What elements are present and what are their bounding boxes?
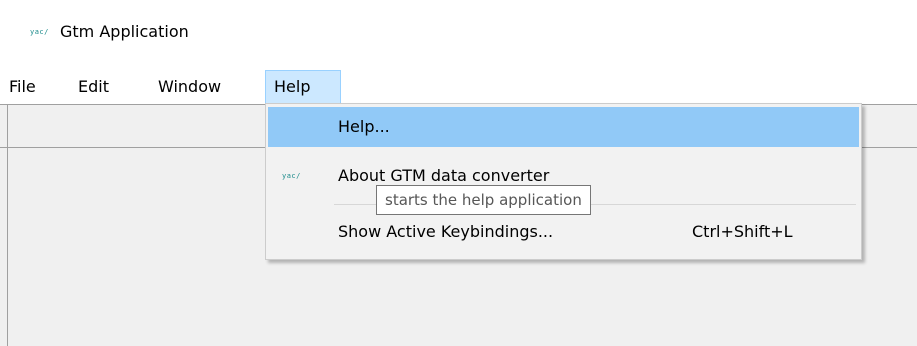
menu-item-show-keybindings[interactable]: Show Active Keybindings... Ctrl+Shift+L xyxy=(268,212,859,252)
menu-bar: File Edit Window Help xyxy=(0,70,917,104)
menu-edit[interactable]: Edit xyxy=(70,70,117,104)
help-menu-dropdown: Help... yac/ About GTM data converter Sh… xyxy=(265,103,862,260)
menu-window[interactable]: Window xyxy=(150,70,229,104)
left-border xyxy=(7,104,8,346)
gtm-app-icon: yac/ xyxy=(282,172,301,180)
menu-item-shortcut: Ctrl+Shift+L xyxy=(692,222,793,241)
menu-help[interactable]: Help xyxy=(265,70,341,104)
help-tooltip: starts the help application xyxy=(376,185,591,215)
app-window: yac/ Gtm Application File Edit Window He… xyxy=(0,0,917,346)
menu-item-label: Help... xyxy=(338,117,390,136)
menu-item-label: Show Active Keybindings... xyxy=(338,222,554,241)
window-title: Gtm Application xyxy=(60,22,189,41)
menu-file[interactable]: File xyxy=(1,70,44,104)
title-bar: yac/ Gtm Application xyxy=(0,0,917,68)
menu-item-help[interactable]: Help... xyxy=(268,107,859,147)
app-icon: yac/ xyxy=(30,28,49,36)
